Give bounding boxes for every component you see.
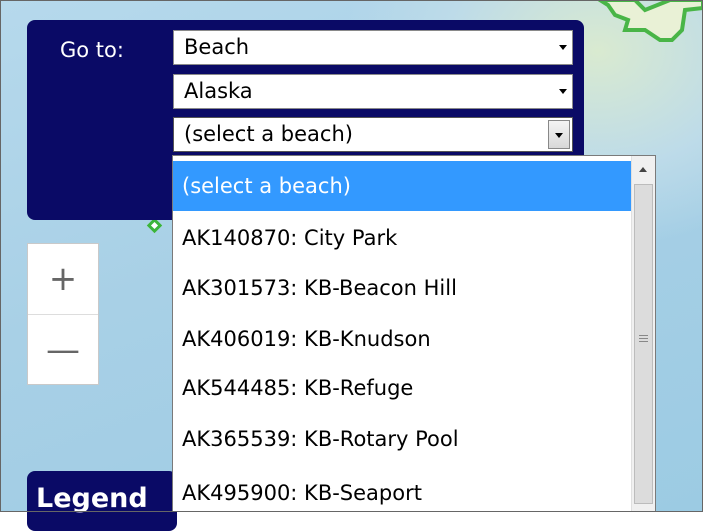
legend-title: Legend bbox=[36, 483, 148, 514]
zoom-out-button[interactable]: — bbox=[28, 315, 98, 385]
dropdown-option[interactable]: AK495900: KB-Seaport bbox=[173, 468, 633, 511]
type-select-value: Beach bbox=[184, 35, 250, 59]
grip-line bbox=[639, 338, 648, 339]
scroll-up-arrow-icon[interactable] bbox=[639, 167, 647, 172]
chevron-down-icon bbox=[555, 133, 563, 138]
type-select[interactable]: Beach bbox=[173, 30, 573, 65]
dropdown-option[interactable]: AK301573: KB-Beacon Hill bbox=[173, 263, 633, 313]
dropdown-option[interactable]: AK544485: KB-Refuge bbox=[173, 363, 633, 413]
grip-line bbox=[639, 335, 648, 336]
chevron-down-icon bbox=[559, 89, 567, 94]
goto-label: Go to: bbox=[60, 38, 124, 62]
beach-select-value: (select a beach) bbox=[184, 122, 353, 146]
zoom-control: + — bbox=[27, 243, 99, 385]
grip-line bbox=[639, 341, 648, 342]
beach-marker-icon[interactable] bbox=[146, 217, 163, 234]
scrollbar-thumb[interactable] bbox=[634, 184, 653, 504]
dropdown-option[interactable]: AK406019: KB-Knudson bbox=[173, 314, 633, 364]
state-select[interactable]: Alaska bbox=[173, 74, 573, 109]
dropdown-scrollbar[interactable] bbox=[631, 156, 655, 511]
map-land-region bbox=[596, 0, 703, 42]
dropdown-toggle-button[interactable] bbox=[548, 120, 570, 149]
zoom-in-button[interactable]: + bbox=[28, 244, 98, 315]
chevron-down-icon bbox=[559, 45, 567, 50]
dropdown-option[interactable]: AK365539: KB-Rotary Pool bbox=[173, 414, 633, 464]
dropdown-option[interactable]: AK140870: City Park bbox=[173, 213, 633, 263]
beach-select[interactable]: (select a beach) bbox=[173, 117, 573, 152]
state-select-value: Alaska bbox=[184, 79, 253, 103]
dropdown-option[interactable]: (select a beach) bbox=[173, 161, 633, 211]
legend-panel[interactable]: Legend bbox=[27, 471, 177, 531]
beach-dropdown-list[interactable]: (select a beach) AK140870: City Park AK3… bbox=[172, 155, 656, 512]
